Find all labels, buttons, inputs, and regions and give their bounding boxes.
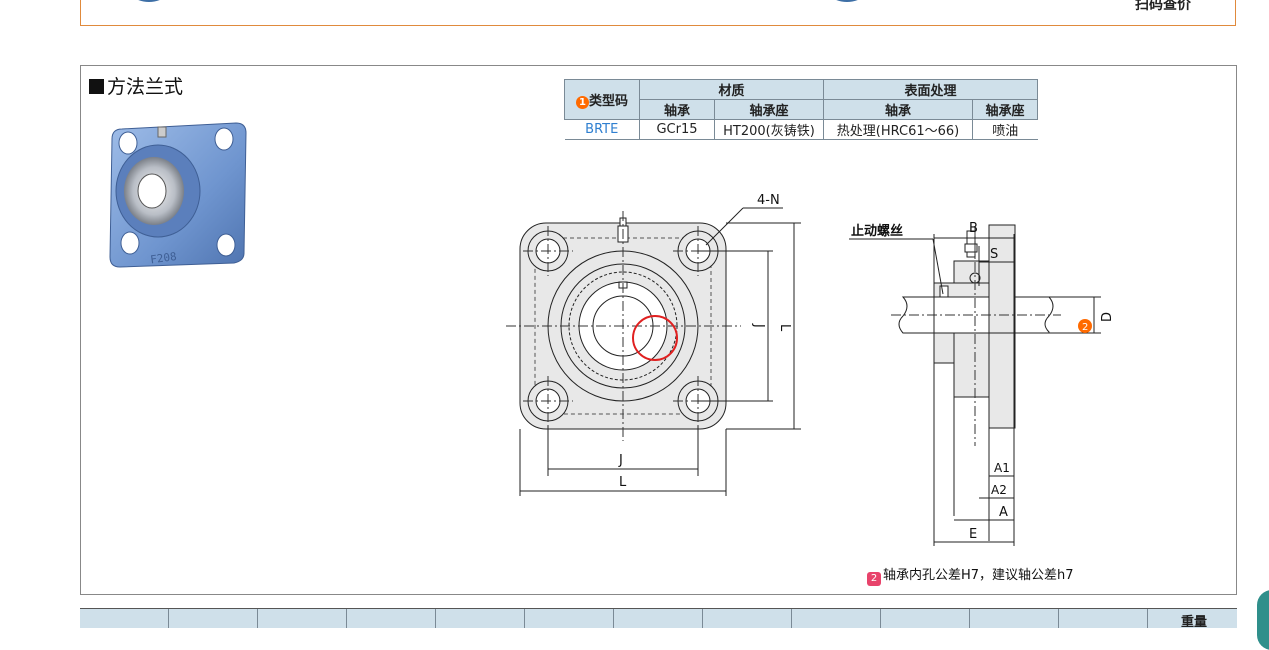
sub-header-housing-surface: 轴承座 bbox=[972, 99, 1038, 120]
technical-drawing: 4-N J L J L 止动螺丝 B S D A1 A2 A E 2 bbox=[506, 193, 1115, 546]
type-code-cell[interactable]: BRTE bbox=[564, 119, 640, 140]
housing-material-cell: HT200(灰铸铁) bbox=[714, 119, 824, 140]
label-S: S bbox=[990, 247, 998, 262]
label-4-N: 4-N bbox=[757, 193, 780, 208]
section-title-text: 方法兰式 bbox=[107, 76, 184, 98]
number-1-icon: 1 bbox=[575, 96, 589, 109]
section-title: 方法兰式 bbox=[89, 72, 183, 99]
bearing-material-cell: GCr15 bbox=[639, 119, 715, 140]
decor-circle-right bbox=[817, 0, 877, 2]
previous-section-strip: 扫码查价 bbox=[80, 0, 1236, 26]
label-J-vertical: J bbox=[751, 323, 766, 328]
sub-header-bearing-surface: 轴承 bbox=[823, 99, 973, 120]
label-L-vertical: L bbox=[777, 324, 792, 332]
spec-table: 1 类型码 材质 表面处理 轴承 轴承座 轴承 轴承座 BRTE GCr15 HT… bbox=[564, 79, 1038, 140]
material-header: 材质 bbox=[639, 79, 824, 100]
label-E: E bbox=[969, 527, 977, 542]
number-2-badge-icon: 2 bbox=[867, 572, 881, 586]
scan-price-link[interactable]: 扫码查价 bbox=[1135, 0, 1191, 14]
label-D-number: 2 bbox=[1082, 322, 1088, 333]
product-photo: F208 bbox=[109, 122, 247, 268]
side-tab[interactable] bbox=[1257, 590, 1269, 650]
decor-circle-left bbox=[119, 0, 179, 2]
side-view bbox=[849, 224, 1101, 546]
label-D: D bbox=[1100, 312, 1115, 322]
label-A: A bbox=[999, 505, 1008, 520]
next-table-header: 重量 bbox=[80, 608, 1237, 630]
bearing-surface-cell: 热处理(HRC61～66) bbox=[823, 119, 973, 140]
housing-surface-cell: 喷油 bbox=[972, 119, 1038, 140]
sub-header-bearing-material: 轴承 bbox=[639, 99, 715, 120]
label-L-horizontal: L bbox=[619, 475, 627, 490]
label-set-screw: 止动螺丝 bbox=[851, 223, 903, 239]
label-A2: A2 bbox=[991, 483, 1007, 497]
tolerance-note: 2 轴承内孔公差H7，建议轴公差h7 bbox=[867, 564, 1074, 586]
product-panel: 方法兰式 F208 1 类型码 材质 表面处理 轴承 轴承座 轴承 轴承座 BR… bbox=[80, 65, 1237, 595]
label-J-horizontal: J bbox=[618, 453, 623, 468]
type-code-header: 1 类型码 bbox=[564, 79, 640, 120]
label-A1: A1 bbox=[994, 461, 1010, 475]
tolerance-note-text: 轴承内孔公差H7，建议轴公差h7 bbox=[883, 568, 1074, 583]
title-square-icon bbox=[89, 79, 104, 94]
sub-header-housing-material: 轴承座 bbox=[714, 99, 824, 120]
label-B: B bbox=[969, 221, 978, 236]
table-row: BRTE GCr15 HT200(灰铸铁) 热处理(HRC61～66) 喷油 bbox=[564, 119, 1038, 140]
weight-column-header: 重量 bbox=[1180, 615, 1207, 630]
surface-header: 表面处理 bbox=[823, 79, 1038, 100]
